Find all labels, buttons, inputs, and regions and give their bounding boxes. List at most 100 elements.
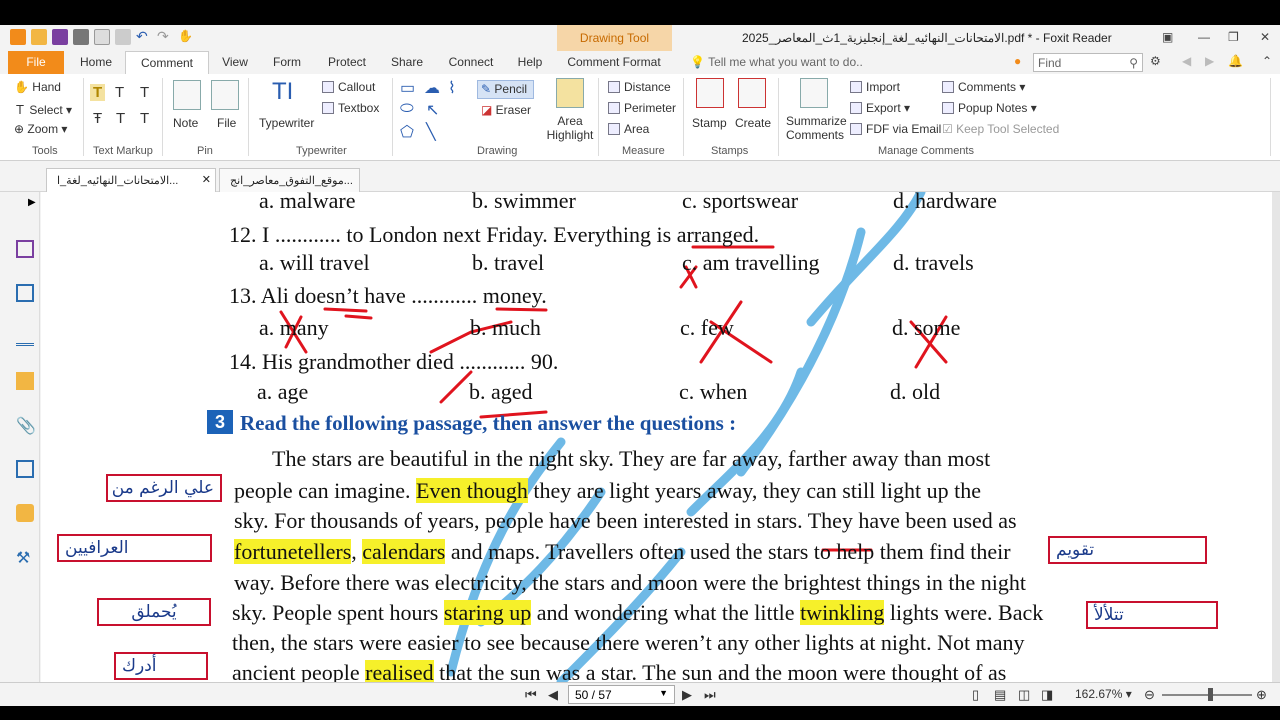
stamp-icon[interactable] [696,78,724,108]
note-fortunetellers[interactable]: العرافيين [57,534,212,562]
zoom-level[interactable]: 162.67% ▾ [1075,687,1132,701]
previous-page-icon[interactable]: ◀ [548,687,558,703]
page-number-field[interactable]: 50 / 57 ▼ [568,685,675,704]
eraser-button[interactable]: ◪ Eraser [481,103,531,117]
fdf-email-button[interactable]: FDF via Email [850,122,941,136]
drawing-tool-context-tab[interactable]: Drawing Tool [557,25,672,51]
close-tab-icon[interactable]: ✕ [202,173,211,186]
cloud-tool-icon[interactable]: ☁ [424,78,440,98]
note-staring[interactable]: يُحملق [97,598,211,626]
continuous-icon[interactable]: ▤ [994,687,1006,703]
close-button[interactable]: ✕ [1260,30,1270,44]
arrow-tool-icon[interactable]: ↖ [426,100,439,120]
area-highlight-label[interactable]: Area Highlight [546,114,594,142]
tab-comment-format[interactable]: Comment Format [558,51,670,74]
attachments-icon[interactable]: 📎 [16,416,36,435]
undo-icon[interactable]: ↶ [136,29,152,45]
tab-form[interactable]: Form [264,51,310,74]
zoom-out-icon[interactable]: ⊖ [1144,687,1155,703]
signature-icon[interactable] [16,460,34,478]
distance-button[interactable]: Distance [608,80,671,94]
tab-connect[interactable]: Connect [440,51,502,74]
collapse-ribbon-icon[interactable]: ⌃ [1262,54,1272,68]
doc-tab-2[interactable]: موقع_التفوق_معاصر_انج... [219,168,360,192]
forward-icon[interactable]: ▶ [1205,54,1214,68]
tab-home[interactable]: Home [70,51,122,74]
typewriter-icon[interactable]: TI [272,78,293,106]
note-label[interactable]: Note [173,116,198,130]
new-icon[interactable] [94,29,110,45]
callout-button[interactable]: Callout [322,80,375,94]
back-icon[interactable]: ◀ [1182,54,1191,68]
document-view[interactable]: a. malware b. swimmer c. sportswear d. h… [41,192,1272,682]
find-input[interactable]: Find ⚲ [1033,53,1143,72]
replace-text-button[interactable]: T [116,110,125,127]
line-tool-icon[interactable]: ╲ [426,122,436,142]
notification-bell-icon[interactable]: 🔔 [1228,54,1243,68]
file-attach-icon[interactable] [211,80,239,110]
tools-icon[interactable]: ⚒ [16,548,34,567]
tab-file[interactable]: File [8,51,64,74]
ribbon-options-icon[interactable]: ▣ [1162,30,1173,44]
polyline-tool-icon[interactable]: ⌇ [448,78,456,98]
note-icon[interactable] [173,80,201,110]
file-label[interactable]: File [217,116,236,130]
note-calendars[interactable]: تقويم [1048,536,1207,564]
settings-gear-icon[interactable]: ⚙ [1150,54,1161,68]
tab-help[interactable]: Help [508,51,552,74]
comments-panel-icon[interactable] [16,372,34,390]
typewriter-label[interactable]: Typewriter [259,116,314,130]
minimize-button[interactable]: — [1198,30,1210,44]
create-stamp-icon[interactable] [738,78,766,108]
zoom-in-icon[interactable]: ⊕ [1256,687,1267,703]
tab-view[interactable]: View [212,51,258,74]
tab-share[interactable]: Share [382,51,432,74]
chevron-down-icon[interactable]: ▼ [659,688,668,698]
highlight-text-button[interactable]: T [90,84,106,101]
last-page-icon[interactable]: ⏭ [704,687,716,703]
note-realised[interactable]: أدرك [114,652,208,680]
oval-tool-icon[interactable]: ⬭ [400,100,414,118]
area-highlight-icon[interactable] [556,78,584,108]
hand-tool-button[interactable]: ✋ Hand [14,80,61,94]
search-icon[interactable]: ⚲ [1129,56,1138,70]
zoom-tool-button[interactable]: ⊕ Zoom ▾ [14,122,67,136]
underline-button[interactable]: T [140,84,149,101]
pencil-button[interactable]: ✎ Pencil [481,82,527,96]
security-lock-icon[interactable] [16,504,34,522]
strikeout-button[interactable]: Ŧ [93,110,102,127]
hand-tool-icon[interactable]: ✋ [178,29,194,45]
select-tool-button[interactable]: Ｔ Select ▾ [14,101,72,118]
note-twinkling[interactable]: تتلألأ [1086,601,1218,629]
doc-tab-active[interactable]: الامتحانات_النهائيه_لغة_ا... ✕ [46,168,216,192]
textbox-button[interactable]: Textbox [322,101,379,115]
polygon-tool-icon[interactable]: ⬠ [400,122,414,142]
zoom-slider[interactable] [1162,694,1252,696]
restore-button[interactable]: ❐ [1228,30,1239,44]
summarize-comments-label[interactable]: Summarize Comments [786,114,847,142]
perimeter-button[interactable]: Perimeter [608,101,676,115]
stamp-label[interactable]: Stamp [692,116,727,130]
pages-icon[interactable] [16,284,34,302]
squiggly-button[interactable]: T [115,84,124,101]
print-icon[interactable] [73,29,89,45]
import-button[interactable]: Import [850,80,900,94]
open-icon[interactable] [31,29,47,45]
keep-tool-selected-checkbox[interactable]: ☑ Keep Tool Selected [942,122,1059,136]
create-label[interactable]: Create [735,116,771,130]
skin-icon[interactable]: ● [1014,54,1021,68]
tab-comment[interactable]: Comment [125,51,209,74]
snapshot-icon[interactable] [115,29,131,45]
comments-button[interactable]: Comments ▾ [942,80,1025,94]
rectangle-tool-icon[interactable]: ▭ [400,78,415,98]
area-measure-button[interactable]: Area [608,122,649,136]
note-even-though[interactable]: علي الرغم من [106,474,222,502]
first-page-icon[interactable]: ⏮ [525,687,537,703]
tell-me-box[interactable]: 💡 Tell me what you want to do.. [690,55,863,69]
save-icon[interactable] [52,29,68,45]
zoom-slider-handle[interactable] [1208,688,1213,701]
cover-icon[interactable]: ◨ [1041,687,1053,703]
summarize-icon[interactable] [800,78,828,108]
popup-notes-button[interactable]: Popup Notes ▾ [942,101,1037,115]
export-button[interactable]: Export ▾ [850,101,910,115]
